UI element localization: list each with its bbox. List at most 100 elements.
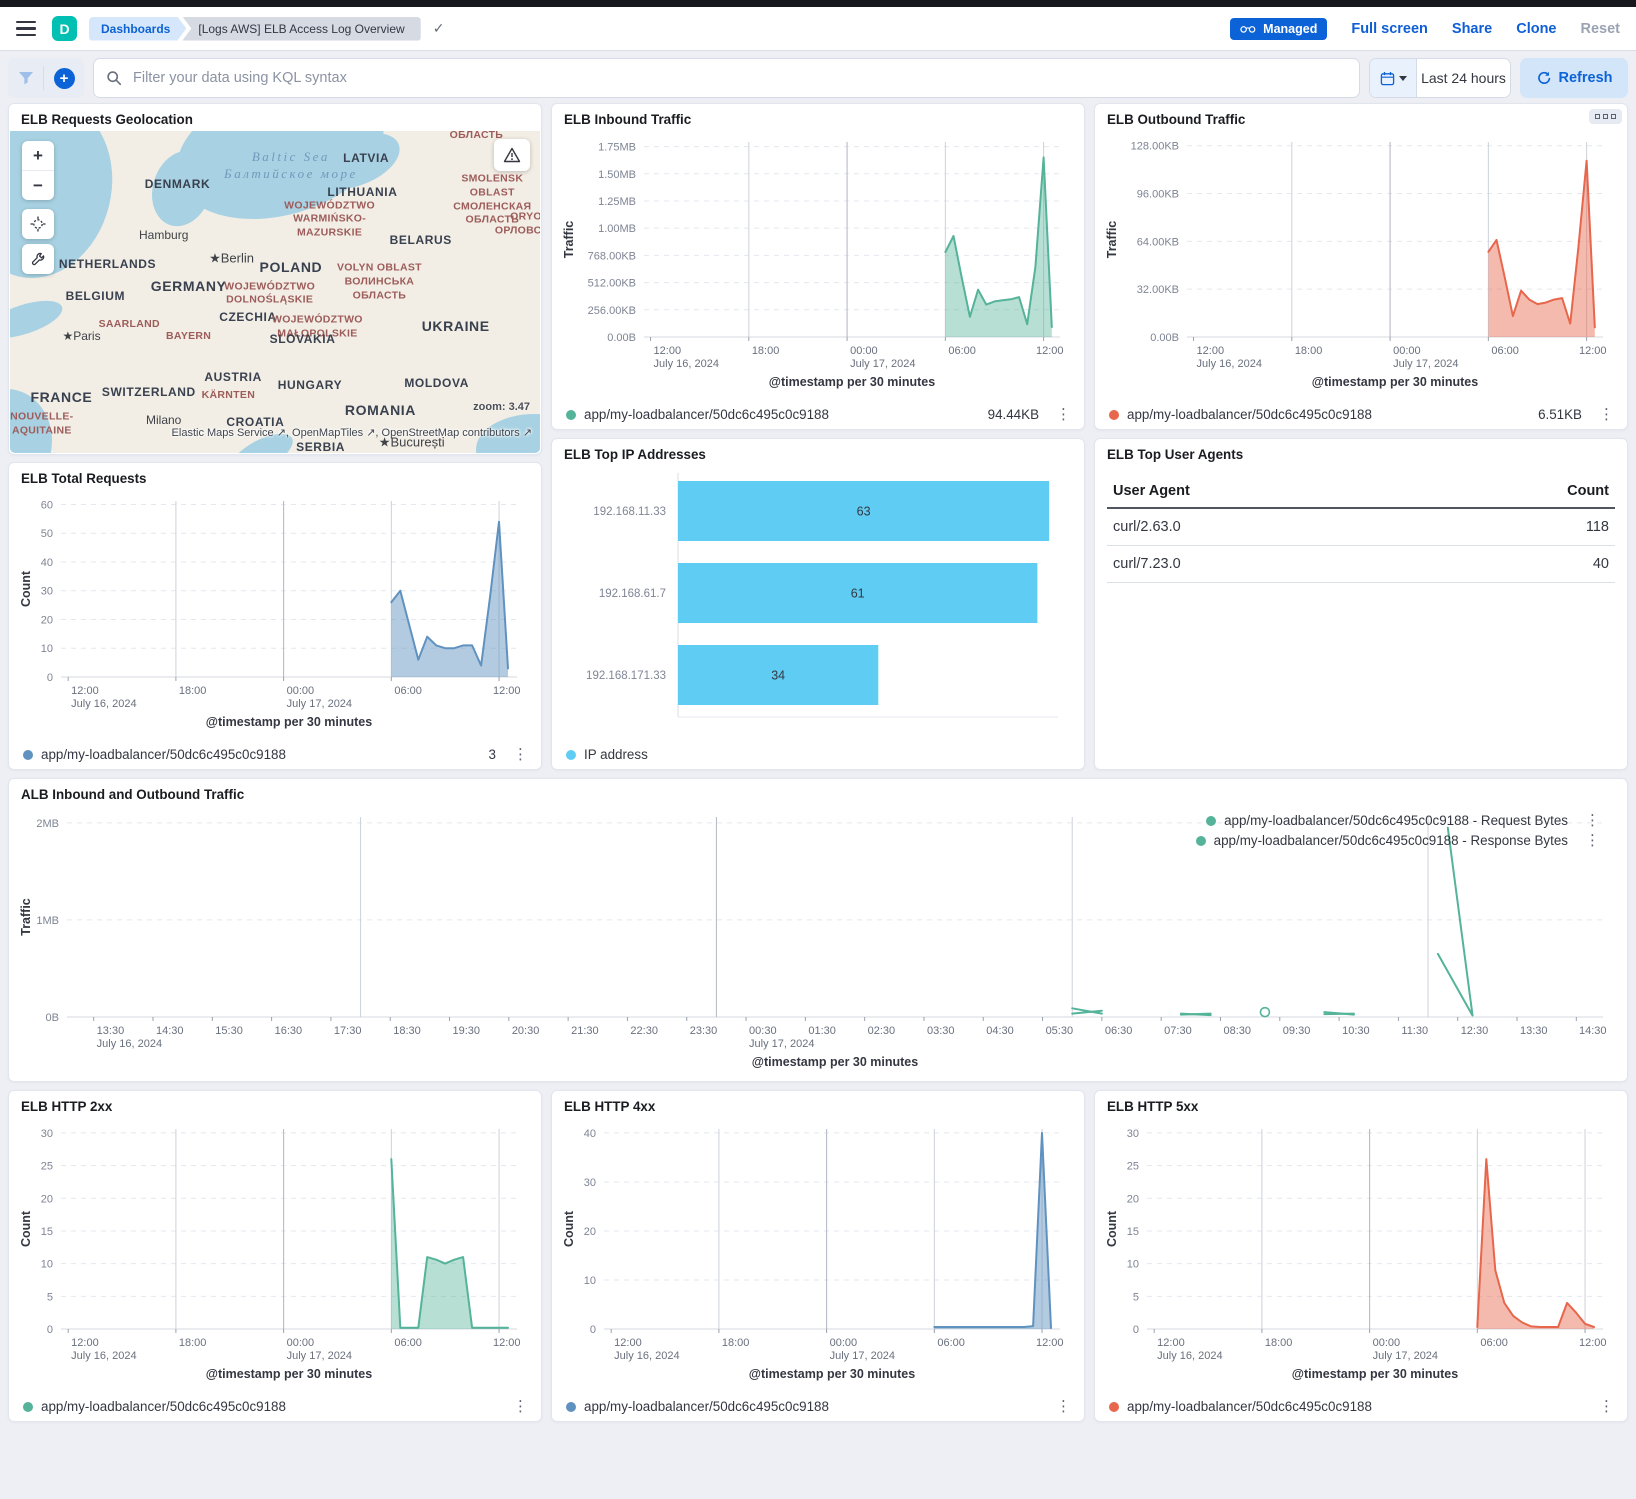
legend-actions-icon[interactable]: ⋮ — [1596, 1399, 1617, 1414]
svg-text:@timestamp per 30 minutes: @timestamp per 30 minutes — [1312, 375, 1478, 389]
table-header[interactable]: Count — [1423, 475, 1615, 508]
svg-text:512.00KB: 512.00KB — [588, 278, 636, 290]
legend-color-dot — [566, 750, 576, 760]
breadcrumb-dashboards[interactable]: Dashboards — [89, 17, 186, 41]
zoom-out-button[interactable]: − — [22, 170, 54, 200]
calendar-menu[interactable] — [1370, 59, 1417, 97]
map-attribution[interactable]: Elastic Maps Service ↗, OpenMapTiles ↗, … — [172, 426, 532, 439]
svg-text:@timestamp per 30 minutes: @timestamp per 30 minutes — [752, 1055, 918, 1069]
svg-text:Traffic: Traffic — [19, 898, 33, 936]
svg-text:July 17, 2024: July 17, 2024 — [850, 358, 915, 370]
table-header[interactable]: User Agent — [1107, 475, 1423, 508]
svg-text:30: 30 — [41, 586, 53, 598]
svg-text:08:30: 08:30 — [1223, 1025, 1251, 1037]
zoom-in-button[interactable]: + — [22, 141, 54, 170]
legend-actions-icon[interactable]: ⋮ — [1582, 833, 1603, 848]
legend-actions-icon[interactable]: ⋮ — [1582, 813, 1603, 828]
legend-actions-icon[interactable]: ⋮ — [1053, 1399, 1074, 1414]
legend-item[interactable]: app/my-loadbalancer/50dc6c495c0c918894.4… — [566, 407, 1074, 422]
svg-text:0: 0 — [47, 1324, 53, 1336]
refresh-button[interactable]: Refresh — [1520, 58, 1628, 98]
svg-text:256.00KB: 256.00KB — [588, 305, 636, 317]
share-button[interactable]: Share — [1452, 21, 1492, 37]
svg-text:14:30: 14:30 — [1579, 1025, 1607, 1037]
svg-text:0: 0 — [1133, 1324, 1139, 1336]
add-filter-button[interactable]: + — [54, 68, 75, 89]
reset-button[interactable]: Reset — [1581, 21, 1621, 37]
legend-item[interactable]: app/my-loadbalancer/50dc6c495c0c9188⋮ — [1109, 1399, 1617, 1414]
full-screen-button[interactable]: Full screen — [1351, 21, 1428, 37]
legend-item[interactable]: app/my-loadbalancer/50dc6c495c0c91886.51… — [1109, 407, 1617, 422]
svg-text:Traffic: Traffic — [1105, 221, 1119, 259]
svg-text:11:30: 11:30 — [1401, 1025, 1428, 1037]
legend-item[interactable]: app/my-loadbalancer/50dc6c495c0c91883⋮ — [23, 747, 531, 762]
top-ip-bar-chart[interactable]: 192.168.11.3363192.168.61.761192.168.171… — [560, 467, 1074, 735]
clone-button[interactable]: Clone — [1516, 21, 1556, 37]
set-view-button[interactable] — [22, 209, 54, 239]
managed-badge[interactable]: Managed — [1230, 18, 1327, 40]
panel-elb-outbound-traffic: ELB Outbound Traffic 0.00B32.00KB64.00KB… — [1094, 103, 1628, 430]
panel-title: ELB Outbound Traffic — [1095, 104, 1627, 129]
map-area[interactable]: + − zoom: 3.47 Elastic Maps — [10, 131, 540, 453]
map-label: UKRAINE — [422, 317, 490, 335]
map-label: ★Paris — [62, 329, 100, 345]
svg-text:03:30: 03:30 — [927, 1025, 955, 1037]
refresh-button-label: Refresh — [1559, 70, 1613, 86]
kql-search-input[interactable] — [131, 69, 1347, 87]
breadcrumb-page-title[interactable]: [Logs AWS] ELB Access Log Overview — [182, 17, 420, 41]
total-requests-chart[interactable]: 010203040506012:00July 16, 202418:0000:0… — [17, 491, 531, 735]
inbound-traffic-chart[interactable]: 0.00B256.00KB512.00KB768.00KB1.00MB1.25M… — [560, 132, 1074, 395]
svg-text:13:30: 13:30 — [1520, 1025, 1548, 1037]
svg-text:09:30: 09:30 — [1283, 1025, 1311, 1037]
panel-title: ELB HTTP 2xx — [9, 1091, 541, 1116]
svg-text:July 17, 2024: July 17, 2024 — [287, 1350, 352, 1362]
menu-icon[interactable] — [16, 21, 36, 37]
panel-options-icon[interactable] — [1589, 109, 1622, 124]
http-2xx-chart[interactable]: 05101520253012:00July 16, 202418:0000:00… — [17, 1119, 531, 1387]
saved-check-icon: ✓ — [433, 20, 445, 37]
map-label: ★Berlin — [209, 250, 254, 267]
legend-item[interactable]: app/my-loadbalancer/50dc6c495c0c9188⋮ — [566, 1399, 1074, 1414]
svg-text:17:30: 17:30 — [334, 1025, 362, 1037]
chart-legend: app/my-loadbalancer/50dc6c495c0c9188⋮ — [23, 1399, 531, 1414]
svg-text:05:30: 05:30 — [1046, 1025, 1074, 1037]
legend-item[interactable]: IP address — [566, 747, 1074, 762]
svg-text:July 16, 2024: July 16, 2024 — [1197, 358, 1262, 370]
wrench-icon — [30, 251, 46, 267]
svg-text:July 16, 2024: July 16, 2024 — [654, 358, 719, 370]
filter-icon[interactable] — [18, 71, 34, 85]
legend-label: app/my-loadbalancer/50dc6c495c0c9188 — [41, 747, 286, 762]
legend-actions-icon[interactable]: ⋮ — [1053, 407, 1074, 422]
svg-text:23:30: 23:30 — [690, 1025, 718, 1037]
http-4xx-chart[interactable]: 01020304012:00July 16, 202418:0000:00Jul… — [560, 1119, 1074, 1387]
svg-text:July 16, 2024: July 16, 2024 — [1157, 1350, 1222, 1362]
legend-actions-icon[interactable]: ⋮ — [510, 1399, 531, 1414]
legend-item[interactable]: app/my-loadbalancer/50dc6c495c0c9188 - R… — [1206, 813, 1603, 828]
warning-icon — [503, 147, 521, 163]
map-label: FRANCE — [30, 388, 92, 406]
svg-text:192.168.171.33: 192.168.171.33 — [586, 670, 666, 682]
sea-shape — [10, 389, 52, 453]
legend-item[interactable]: app/my-loadbalancer/50dc6c495c0c9188⋮ — [23, 1399, 531, 1414]
map-label: WOJEWÓDZTWO DOLNOŚLĄSKIE — [224, 280, 315, 307]
time-picker[interactable]: Last 24 hours — [1369, 58, 1511, 98]
legend-actions-icon[interactable]: ⋮ — [1596, 407, 1617, 422]
map-warning-button[interactable] — [494, 139, 530, 171]
svg-text:30: 30 — [584, 1177, 596, 1189]
svg-text:18:00: 18:00 — [1265, 1337, 1293, 1349]
panel-alb-inbound-outbound-traffic: ALB Inbound and Outbound Traffic 0B1MB2M… — [8, 778, 1628, 1082]
user-agents-table: User AgentCountcurl/2.63.0118curl/7.23.0… — [1107, 475, 1615, 583]
svg-text:15:30: 15:30 — [215, 1025, 243, 1037]
legend-actions-icon[interactable]: ⋮ — [510, 747, 531, 762]
legend-item[interactable]: app/my-loadbalancer/50dc6c495c0c9188 - R… — [1196, 833, 1603, 848]
svg-text:12:00: 12:00 — [654, 345, 682, 357]
map-label: MOLDOVA — [404, 376, 469, 392]
outbound-traffic-chart[interactable]: 0.00B32.00KB64.00KB96.00KB128.00KB12:00J… — [1103, 132, 1617, 395]
query-bar: + Last 24 hours Refresh — [8, 58, 1628, 98]
svg-text:20: 20 — [1127, 1193, 1139, 1205]
space-avatar[interactable]: D — [52, 16, 77, 41]
svg-text:00:00: 00:00 — [1393, 345, 1421, 357]
http-5xx-chart[interactable]: 05101520253012:00July 16, 202418:0000:00… — [1103, 1119, 1617, 1387]
time-range-label[interactable]: Last 24 hours — [1417, 59, 1510, 97]
map-tools-button[interactable] — [22, 244, 54, 274]
